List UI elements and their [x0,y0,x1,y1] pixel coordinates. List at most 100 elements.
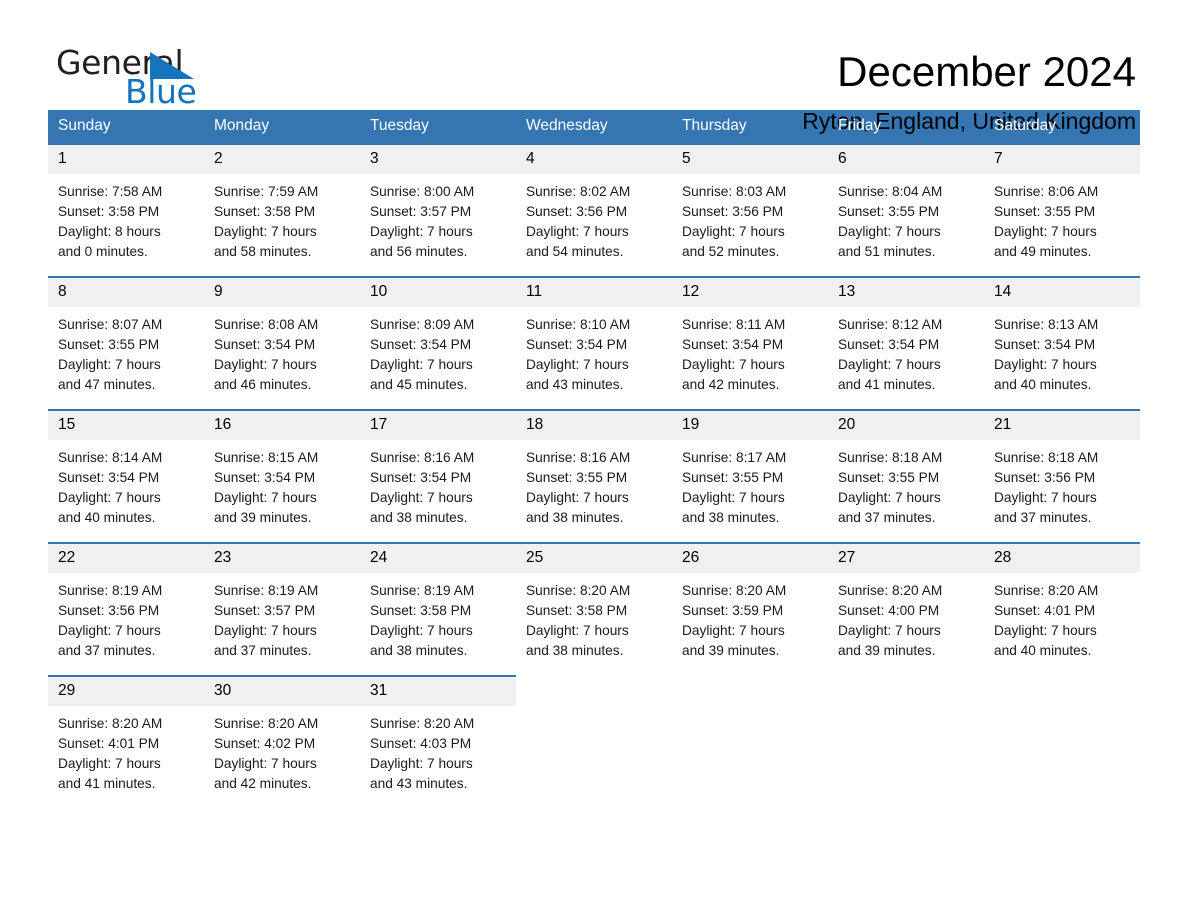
calendar-day-cell: 24 Sunrise: 8:19 AM Sunset: 3:58 PM Dayligh… [360,542,516,675]
day-info: Sunrise: 8:15 AM Sunset: 3:54 PM Daylight:… [204,440,360,528]
day-cell-5[interactable]: 5 Sunrise: 8:03 AM Sunset: 3:56 PM Daylight… [672,143,828,276]
sunset-text: Sunset: 3:54 PM [994,337,1096,352]
day-cell-10[interactable]: 10 Sunrise: 8:09 AM Sunset: 3:54 PM Dayligh… [360,276,516,409]
day-info: Sunrise: 8:19 AM Sunset: 3:57 PM Daylight:… [204,573,360,661]
day-cell-16[interactable]: 16 Sunrise: 8:15 AM Sunset: 3:54 PM Dayligh… [204,409,360,542]
day-cell-empty [516,675,672,795]
calendar-day-cell: 21 Sunrise: 8:18 AM Sunset: 3:56 PM Dayligh… [984,409,1140,542]
calendar-week-row: 8 Sunrise: 8:07 AM Sunset: 3:55 PM Daylight… [48,276,1140,409]
day-number: 16 [204,411,360,440]
calendar-week-row: 15 Sunrise: 8:14 AM Sunset: 3:54 PM Dayligh… [48,409,1140,542]
day-cell-8[interactable]: 8 Sunrise: 8:07 AM Sunset: 3:55 PM Daylight… [48,276,204,409]
sunset-text: Sunset: 3:57 PM [370,204,472,219]
day-info: Sunrise: 8:20 AM Sunset: 4:01 PM Daylight:… [48,706,204,794]
day-cell-20[interactable]: 20 Sunrise: 8:18 AM Sunset: 3:55 PM Dayligh… [828,409,984,542]
sunset-text: Sunset: 3:58 PM [58,204,160,219]
day-cell-18[interactable]: 18 Sunrise: 8:16 AM Sunset: 3:55 PM Dayligh… [516,409,672,542]
calendar-day-cell [672,675,828,795]
sunset-text: Sunset: 3:55 PM [994,204,1096,219]
daylight-text-line2: and 43 minutes. [526,377,624,392]
daylight-text-line2: and 0 minutes. [58,244,148,259]
calendar-day-cell: 28 Sunrise: 8:20 AM Sunset: 4:01 PM Dayligh… [984,542,1140,675]
day-cell-4[interactable]: 4 Sunrise: 8:02 AM Sunset: 3:56 PM Daylight… [516,143,672,276]
daylight-text-line1: Daylight: 7 hours [58,756,161,771]
day-cell-7[interactable]: 7 Sunrise: 8:06 AM Sunset: 3:55 PM Daylight… [984,143,1140,276]
sunset-text: Sunset: 3:58 PM [214,204,316,219]
daylight-text-line1: Daylight: 7 hours [58,623,161,638]
day-cell-22[interactable]: 22 Sunrise: 8:19 AM Sunset: 3:56 PM Dayligh… [48,542,204,675]
calendar-day-cell: 18 Sunrise: 8:16 AM Sunset: 3:55 PM Dayligh… [516,409,672,542]
sunset-text: Sunset: 3:54 PM [214,470,316,485]
day-cell-12[interactable]: 12 Sunrise: 8:11 AM Sunset: 3:54 PM Dayligh… [672,276,828,409]
day-cell-25[interactable]: 25 Sunrise: 8:20 AM Sunset: 3:58 PM Dayligh… [516,542,672,675]
daylight-text-line2: and 49 minutes. [994,244,1092,259]
day-cell-6[interactable]: 6 Sunrise: 8:04 AM Sunset: 3:55 PM Daylight… [828,143,984,276]
sunrise-text: Sunrise: 8:19 AM [58,583,163,598]
day-info: Sunrise: 8:02 AM Sunset: 3:56 PM Daylight:… [516,174,672,262]
daylight-text-line1: Daylight: 7 hours [994,490,1097,505]
daylight-text-line2: and 37 minutes. [214,643,312,658]
daylight-text-line1: Daylight: 7 hours [682,357,785,372]
day-cell-26[interactable]: 26 Sunrise: 8:20 AM Sunset: 3:59 PM Dayligh… [672,542,828,675]
calendar-day-cell: 15 Sunrise: 8:14 AM Sunset: 3:54 PM Dayligh… [48,409,204,542]
day-cell-30[interactable]: 30 Sunrise: 8:20 AM Sunset: 4:02 PM Dayligh… [204,675,360,795]
daylight-text-line1: Daylight: 7 hours [370,756,473,771]
day-cell-23[interactable]: 23 Sunrise: 8:19 AM Sunset: 3:57 PM Dayligh… [204,542,360,675]
daylight-text-line1: Daylight: 7 hours [838,490,941,505]
day-info: Sunrise: 8:12 AM Sunset: 3:54 PM Daylight:… [828,307,984,395]
sunset-text: Sunset: 4:02 PM [214,736,316,751]
day-cell-14[interactable]: 14 Sunrise: 8:13 AM Sunset: 3:54 PM Dayligh… [984,276,1140,409]
daylight-text-line1: Daylight: 7 hours [58,357,161,372]
calendar-day-cell: 14 Sunrise: 8:13 AM Sunset: 3:54 PM Dayligh… [984,276,1140,409]
sunrise-text: Sunrise: 8:07 AM [58,317,163,332]
sunset-text: Sunset: 3:54 PM [370,470,472,485]
day-number: 30 [204,677,360,706]
day-cell-2[interactable]: 2 Sunrise: 7:59 AM Sunset: 3:58 PM Daylight… [204,143,360,276]
calendar-wrap: Sunday Monday Tuesday Wednesday Thursday… [0,110,1188,795]
daylight-text-line1: Daylight: 7 hours [214,756,317,771]
sunset-text: Sunset: 3:55 PM [838,470,940,485]
sunset-text: Sunset: 3:55 PM [526,470,628,485]
sunrise-text: Sunrise: 8:20 AM [838,583,943,598]
daylight-text-line2: and 46 minutes. [214,377,312,392]
calendar-day-cell [828,675,984,795]
day-cell-29[interactable]: 29 Sunrise: 8:20 AM Sunset: 4:01 PM Dayligh… [48,675,204,795]
sunrise-text: Sunrise: 8:09 AM [370,317,475,332]
daylight-text-line1: Daylight: 7 hours [994,357,1097,372]
generalblue-logo[interactable]: General Blue [56,46,206,112]
day-cell-19[interactable]: 19 Sunrise: 8:17 AM Sunset: 3:55 PM Dayligh… [672,409,828,542]
day-info: Sunrise: 8:19 AM Sunset: 3:56 PM Daylight:… [48,573,204,661]
calendar-day-cell: 11 Sunrise: 8:10 AM Sunset: 3:54 PM Dayligh… [516,276,672,409]
sunset-text: Sunset: 3:58 PM [526,603,628,618]
weekday-header-tuesday: Tuesday [360,110,516,143]
day-cell-11[interactable]: 11 Sunrise: 8:10 AM Sunset: 3:54 PM Dayligh… [516,276,672,409]
calendar-day-cell [984,675,1140,795]
day-info: Sunrise: 8:13 AM Sunset: 3:54 PM Daylight:… [984,307,1140,395]
sunset-text: Sunset: 3:58 PM [370,603,472,618]
daylight-text-line2: and 58 minutes. [214,244,312,259]
daylight-text-line1: Daylight: 7 hours [370,357,473,372]
calendar-day-cell: 31 Sunrise: 8:20 AM Sunset: 4:03 PM Dayligh… [360,675,516,795]
sunrise-text: Sunrise: 8:06 AM [994,184,1099,199]
day-cell-13[interactable]: 13 Sunrise: 8:12 AM Sunset: 3:54 PM Dayligh… [828,276,984,409]
day-cell-21[interactable]: 21 Sunrise: 8:18 AM Sunset: 3:56 PM Dayligh… [984,409,1140,542]
day-info: Sunrise: 8:18 AM Sunset: 3:55 PM Daylight:… [828,440,984,528]
day-cell-31[interactable]: 31 Sunrise: 8:20 AM Sunset: 4:03 PM Dayligh… [360,675,516,795]
day-cell-17[interactable]: 17 Sunrise: 8:16 AM Sunset: 3:54 PM Dayligh… [360,409,516,542]
daylight-text-line2: and 39 minutes. [214,510,312,525]
day-cell-15[interactable]: 15 Sunrise: 8:14 AM Sunset: 3:54 PM Dayligh… [48,409,204,542]
day-cell-27[interactable]: 27 Sunrise: 8:20 AM Sunset: 4:00 PM Dayligh… [828,542,984,675]
sunset-text: Sunset: 3:55 PM [58,337,160,352]
calendar-day-cell: 6 Sunrise: 8:04 AM Sunset: 3:55 PM Daylight… [828,143,984,276]
daylight-text-line2: and 54 minutes. [526,244,624,259]
day-cell-3[interactable]: 3 Sunrise: 8:00 AM Sunset: 3:57 PM Daylight… [360,143,516,276]
day-cell-24[interactable]: 24 Sunrise: 8:19 AM Sunset: 3:58 PM Dayligh… [360,542,516,675]
sunrise-text: Sunrise: 8:15 AM [214,450,319,465]
calendar-day-cell: 7 Sunrise: 8:06 AM Sunset: 3:55 PM Daylight… [984,143,1140,276]
sunset-text: Sunset: 3:54 PM [370,337,472,352]
calendar-week-row: 29 Sunrise: 8:20 AM Sunset: 4:01 PM Dayligh… [48,675,1140,795]
daylight-text-line2: and 39 minutes. [682,643,780,658]
day-cell-1[interactable]: 1 Sunrise: 7:58 AM Sunset: 3:58 PM Daylight… [48,143,204,276]
day-cell-9[interactable]: 9 Sunrise: 8:08 AM Sunset: 3:54 PM Daylight… [204,276,360,409]
day-cell-28[interactable]: 28 Sunrise: 8:20 AM Sunset: 4:01 PM Dayligh… [984,542,1140,675]
